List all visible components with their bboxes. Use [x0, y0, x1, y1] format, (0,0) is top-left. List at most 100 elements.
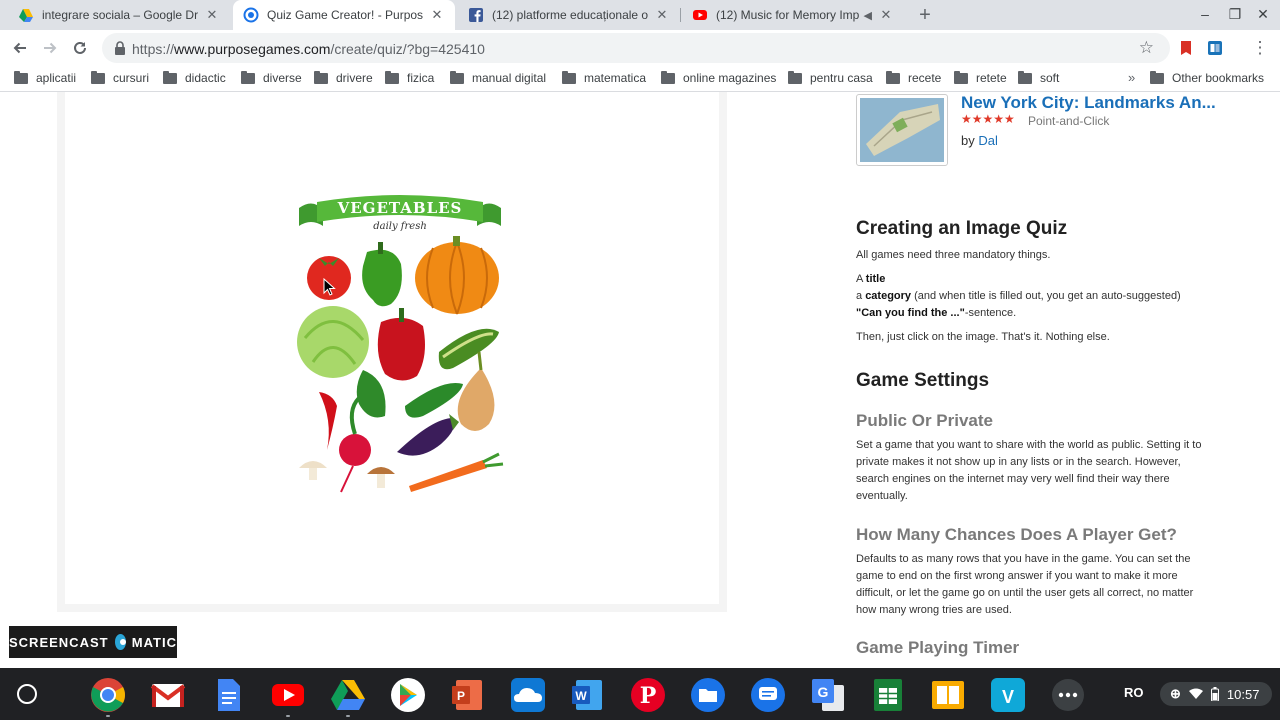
svg-text:P: P	[457, 689, 465, 703]
bookmark-folder[interactable]: didactic	[163, 70, 226, 85]
youtube-icon[interactable]	[270, 677, 306, 713]
text-a: A	[856, 273, 863, 285]
bookmark-folder[interactable]: cursuri	[91, 70, 150, 85]
screencast-matic-watermark: SCREENCAST MATIC	[9, 626, 177, 658]
tab-youtube-music[interactable]: (12) Music for Memory Impr ◀︎ ✕	[682, 0, 904, 30]
drive-icon[interactable]	[330, 677, 366, 713]
rating-stars: ★★★★★	[961, 112, 1015, 126]
folder-icon	[954, 70, 968, 84]
clock-text: 10:57	[1226, 686, 1260, 702]
svg-text:P: P	[640, 683, 657, 709]
related-quiz-author: by Dal	[961, 133, 998, 148]
more-icon[interactable]	[1050, 677, 1086, 713]
battery-icon	[1210, 687, 1219, 701]
speaker-muted-icon[interactable]: ◀︎	[864, 9, 872, 22]
other-bookmarks[interactable]: Other bookmarks	[1150, 70, 1264, 85]
bookmark-folder[interactable]: retete	[954, 70, 1007, 85]
tab-quiz-game-creator[interactable]: Quiz Game Creator! - PurposeGa ✕	[233, 0, 455, 30]
related-quiz-card[interactable]: New York City: Landmarks An... ★★★★★ Poi…	[856, 92, 1226, 168]
watermark-right-text: MATIC	[131, 634, 177, 650]
bookmark-folder[interactable]: online magazines	[661, 70, 777, 85]
page-content: VEGETABLES daily fresh New York City: La…	[0, 92, 1280, 668]
close-tab-icon[interactable]: ✕	[654, 7, 670, 23]
word-icon[interactable]: W	[570, 677, 606, 713]
chrome-menu-icon[interactable]: ⋮	[1248, 36, 1272, 60]
folder-icon	[385, 70, 399, 84]
bookmark-folder[interactable]: fizica	[385, 70, 435, 85]
bookmark-label: soft	[1040, 71, 1060, 85]
folder-icon	[14, 70, 28, 84]
close-tab-icon[interactable]: ✕	[204, 7, 220, 23]
bookmark-folder[interactable]: matematica	[562, 70, 646, 85]
poster-tagline-text: daily fresh	[373, 221, 427, 232]
folder-icon	[450, 70, 464, 84]
play-store-icon[interactable]	[390, 677, 426, 713]
messages-icon[interactable]	[750, 677, 786, 713]
related-quiz-title[interactable]: New York City: Landmarks An...	[961, 93, 1216, 113]
gmail-icon[interactable]	[150, 677, 186, 713]
reload-button[interactable]	[68, 36, 92, 60]
author-prefix: by	[961, 133, 975, 148]
powerpoint-icon[interactable]: P	[450, 677, 486, 713]
address-bar[interactable]: https://www.purposegames.com/create/quiz…	[102, 33, 1170, 63]
tab-google-drive[interactable]: integrare sociala – Google Drive ✕	[8, 0, 230, 30]
chances-text: Defaults to as many rows that you have i…	[856, 553, 1194, 616]
bookmarks-overflow-button[interactable]: »	[1128, 70, 1135, 85]
wifi-icon	[1188, 688, 1203, 699]
purposegames-icon	[243, 7, 259, 23]
input-method-indicator[interactable]: RO	[1124, 685, 1144, 700]
browser-toolbar: https://www.purposegames.com/create/quiz…	[0, 30, 1280, 66]
vectr-icon[interactable]: V	[990, 677, 1026, 713]
launcher-button[interactable]	[17, 684, 37, 704]
new-tab-button[interactable]: +	[914, 4, 936, 26]
pinterest-icon[interactable]: P	[630, 677, 666, 713]
bookmark-label: cursuri	[113, 71, 150, 85]
close-tab-icon[interactable]: ✕	[429, 7, 445, 23]
reader-extension-icon[interactable]	[1207, 40, 1223, 56]
bookmark-star-icon[interactable]: ☆	[1139, 38, 1154, 58]
vegetables-illustration	[297, 195, 504, 493]
bookmark-label: fizica	[407, 71, 435, 85]
status-tray[interactable]: ⊕ 10:57	[1160, 682, 1272, 706]
related-quiz-thumbnail[interactable]	[856, 94, 948, 166]
bookmark-folder[interactable]: recete	[886, 70, 941, 85]
close-tab-icon[interactable]: ✕	[878, 7, 894, 23]
author-link[interactable]: Dal	[978, 133, 998, 148]
sheets-icon[interactable]	[870, 677, 906, 713]
creating-outro: Then, just click on the image. That's it…	[856, 331, 1110, 343]
reader-icon[interactable]	[930, 677, 966, 713]
bookmark-extension-icon[interactable]	[1178, 40, 1194, 56]
url-path: /create/quiz/?bg=425410	[330, 41, 485, 57]
bookmark-label: aplicatii	[36, 71, 77, 85]
os-shelf: P W P G V RO ⊕ 10:57	[0, 668, 1280, 720]
vegetables-poster-image[interactable]: VEGETABLES daily fresh	[293, 192, 507, 504]
chrome-icon[interactable]	[90, 677, 126, 713]
bookmark-folder[interactable]: manual digital	[450, 70, 546, 85]
minimize-button[interactable]: ‒	[1195, 6, 1215, 22]
quiz-image-canvas[interactable]: VEGETABLES daily fresh	[65, 92, 719, 604]
tab-title: (12) platforme educaționale onl	[492, 8, 648, 22]
bookmark-folder[interactable]: aplicatii	[14, 70, 77, 85]
restore-button[interactable]: ❐	[1225, 6, 1245, 23]
tab-facebook[interactable]: (12) platforme educaționale onl ✕	[458, 0, 680, 30]
docs-icon[interactable]	[210, 677, 246, 713]
folder-icon	[163, 70, 177, 84]
text-sentence: "Can you find the ..."	[856, 307, 965, 319]
url-text: https://www.purposegames.com/create/quiz…	[132, 41, 485, 57]
folder-icon	[91, 70, 105, 84]
tab-separator	[680, 8, 681, 22]
forward-button[interactable]	[38, 36, 62, 60]
translate-icon[interactable]: G	[810, 677, 846, 713]
bookmark-folder[interactable]: pentru casa	[788, 70, 873, 85]
bookmark-folder[interactable]: drivere	[314, 70, 373, 85]
files-icon[interactable]	[690, 677, 726, 713]
onedrive-icon[interactable]	[510, 677, 546, 713]
running-indicator	[106, 715, 110, 717]
arrow-left-icon	[13, 42, 26, 54]
close-window-button[interactable]: ✕	[1253, 6, 1273, 23]
svg-text:W: W	[575, 689, 587, 703]
bookmark-folder[interactable]: soft	[1018, 70, 1060, 85]
bookmark-folder[interactable]: diverse	[241, 70, 302, 85]
back-button[interactable]	[8, 36, 32, 60]
bookmark-label: online magazines	[683, 71, 777, 85]
